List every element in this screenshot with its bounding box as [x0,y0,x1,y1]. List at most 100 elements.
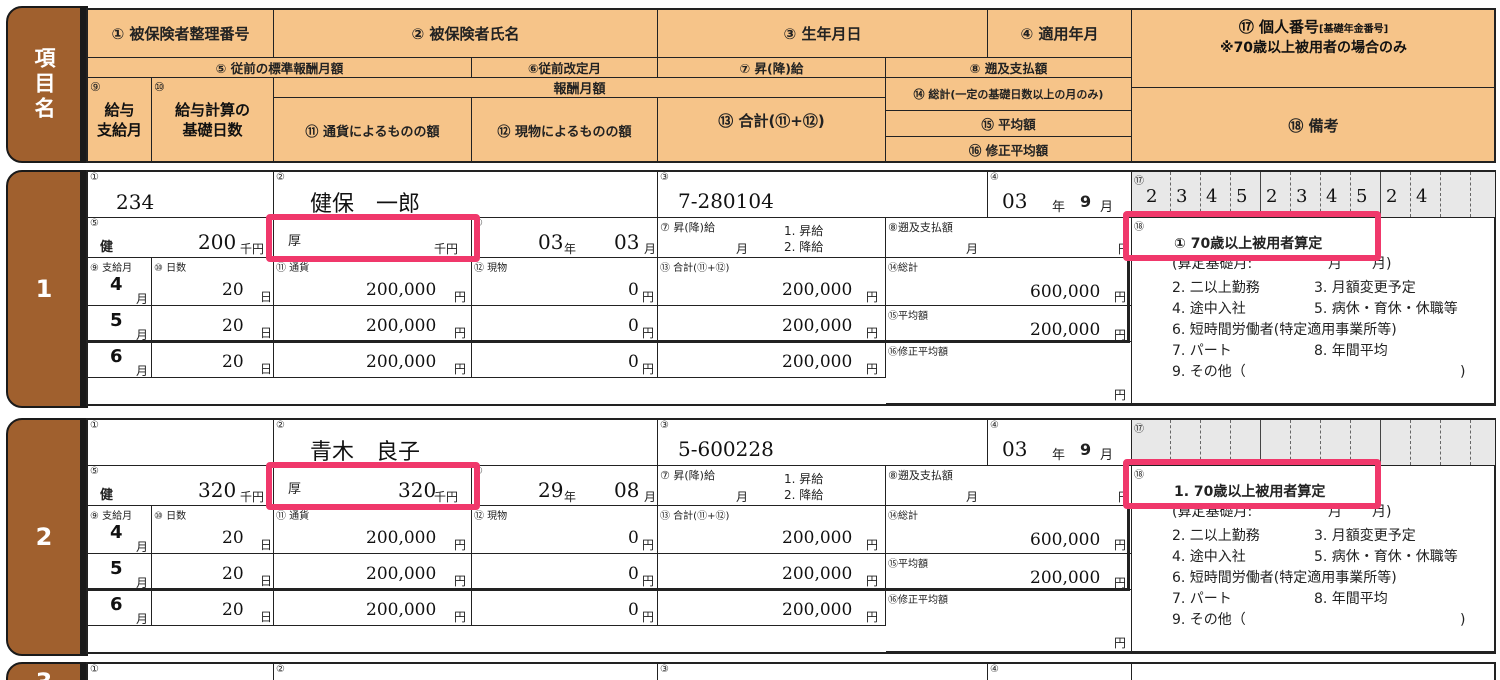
row-number-tab: 1 [6,170,82,408]
header-prev-standard: ⑤ 従前の標準報酬月額 [88,58,472,78]
retro-label: ⑧遡及支払額 [888,469,953,482]
remark-option-8: 8. 年間平均 [1314,343,1388,359]
insured-number-field[interactable]: ① [88,664,274,680]
insured-name-field[interactable]: ② 健保 一郎 [274,172,658,218]
ken-value: 320 [198,478,237,502]
birth-date-field[interactable]: ③ 7-280104 [658,172,988,218]
retro-field[interactable]: ⑧遡及支払額月円 [886,218,1132,258]
marker-5: ⑤ [90,218,99,229]
apply-date-field[interactable]: ④03年 [988,664,1132,680]
marker-1: ① [90,664,99,675]
insured-number-field[interactable]: ① [88,420,274,466]
inkind-amount-unit: 円 [642,610,655,624]
pin-divider [1410,172,1411,217]
pin-divider [1410,420,1411,465]
header-grand-total: ⑭ 総計(一定の基礎日数以上の月のみ) [886,78,1132,111]
item-name-label: 項目名 [32,47,56,122]
pin-divider [1440,172,1441,217]
base-days-unit: 日 [260,362,273,376]
highlight-kou-field [266,462,480,510]
header-average: ⑮ 平均額 [886,111,1132,137]
header-adjusted-average: ⑯ 修正平均額 [886,137,1132,163]
pay-month-field[interactable]: 6月 [88,342,152,378]
pin-digit: 3 [1296,186,1308,207]
row-number: 1 [35,275,53,303]
remark-option-9-close: ) [1460,612,1466,628]
pin-divider [1470,172,1471,217]
base-days-unit: 日 [260,610,273,624]
month-unit: 月 [1100,448,1114,463]
row-number: 3 [36,668,53,680]
base-days-value: 20 [222,352,244,372]
pay-month-field[interactable]: 6月 [88,590,152,626]
highlight-remark-70 [1123,211,1381,261]
birth-date-field[interactable]: ③ 5-600228 [658,420,988,466]
marker-5: ⑤ [90,466,99,477]
remark-option-4: 4. 途中入社 [1172,549,1246,565]
remark-option-8: 8. 年間平均 [1314,591,1388,607]
retro-field[interactable]: ⑧遡及支払額月円 [886,466,1132,506]
remark-option-5: 5. 病休・育休・休職等 [1314,549,1458,565]
remark-option-3: 3. 月額変更予定 [1314,528,1416,544]
pin-digit: 4 [1206,186,1218,207]
months-thick-border [87,505,1130,591]
adjusted-average-field[interactable]: ⑯修正平均額円 [886,342,1132,404]
retro-month-unit: 月 [966,490,979,504]
insured-number-field[interactable]: ① 234 [88,172,274,218]
pin-divider [1440,420,1441,465]
insured-row-3: ① ②鈴木 三郎③5-600217④03年 [86,662,1496,680]
total-amount-field[interactable]: 200,000 円 [658,342,886,378]
apply-date-field[interactable]: ④ 03 年 9 月 [988,172,1132,218]
adjusted-average-unit: 円 [1114,388,1127,402]
prev-standard-ken-field[interactable]: ⑤ 健 200 千円 [88,218,274,258]
pin-digit: 4 [1416,186,1428,207]
raise-option-down: 2. 降給 [784,240,824,254]
adjusted-average-unit: 円 [1114,636,1127,650]
marker-17: ⑰ [1134,424,1144,435]
insured-name-field[interactable]: ②鈴木 三郎 [274,664,658,680]
remark-option-6: 6. 短時間労働者(特定適用事業所等) [1172,322,1397,338]
pay-month-unit: 月 [136,364,149,378]
marker-3: ③ [660,172,669,183]
raise-field[interactable]: ⑦ 昇(降)給 1. 昇給 2. 降給 月 [658,218,886,258]
cash-amount-field[interactable]: 200,000 円 [274,590,472,626]
revision-year-unit: 年 [564,490,577,504]
ken-label: 健 [100,488,114,503]
base-days-field[interactable]: 20 日 [152,342,274,378]
header-raise: ⑦ 昇(降)給 [658,58,886,78]
total-amount-value: 200,000 [782,352,853,372]
raise-label: ⑦ 昇(降)給 [660,221,715,234]
prev-revision-field[interactable]: ⑥ 29 年 08 月 [472,466,658,506]
marker-17: ⑰ [1134,176,1144,187]
raise-option-up: 1. 昇給 [784,224,824,238]
marker-2: ② [276,664,285,675]
remark-option-9: 9. その他（ [1172,612,1246,628]
cash-amount-unit: 円 [454,610,467,624]
pin-digit: 5 [1236,186,1248,207]
pin-divider [1380,172,1381,217]
base-days-field[interactable]: 20 日 [152,590,274,626]
prev-standard-ken-field[interactable]: ⑤ 健 320 千円 [88,466,274,506]
inkind-amount-field[interactable]: 0円 [472,342,658,378]
insured-name-field[interactable]: ② 青木 良子 [274,420,658,466]
remark-option-3: 3. 月額変更予定 [1314,280,1416,296]
highlight-remark-70 [1123,459,1381,509]
cash-amount-value: 200,000 [366,352,437,372]
remark-option-9-close: ) [1460,364,1466,380]
raise-field[interactable]: ⑦ 昇(降)給 1. 昇給 2. 降給 月 [658,466,886,506]
raise-option-up: 1. 昇給 [784,472,824,486]
inkind-amount-field[interactable]: 0円 [472,590,658,626]
header-insured-name: ② 被保険者氏名 [274,10,658,58]
total-amount-field[interactable]: 200,000 円 [658,590,886,626]
prev-revision-field[interactable]: ⑥ 03 年 03 月 [472,218,658,258]
cash-amount-field[interactable]: 200,000 円 [274,342,472,378]
birth-date-value: 5-600228 [678,437,774,461]
total-amount-value: 200,000 [782,600,853,620]
marker-4: ④ [990,664,999,675]
birth-date-field[interactable]: ③5-600217 [658,664,988,680]
header-inkind-amount: ⑫ 現物によるものの額 [472,98,658,163]
remark-option-4: 4. 途中入社 [1172,301,1246,317]
apply-date-field[interactable]: ④ 03 年 9 月 [988,420,1132,466]
adjusted-average-field[interactable]: ⑯修正平均額円 [886,590,1132,652]
revision-year-unit: 年 [564,242,577,256]
